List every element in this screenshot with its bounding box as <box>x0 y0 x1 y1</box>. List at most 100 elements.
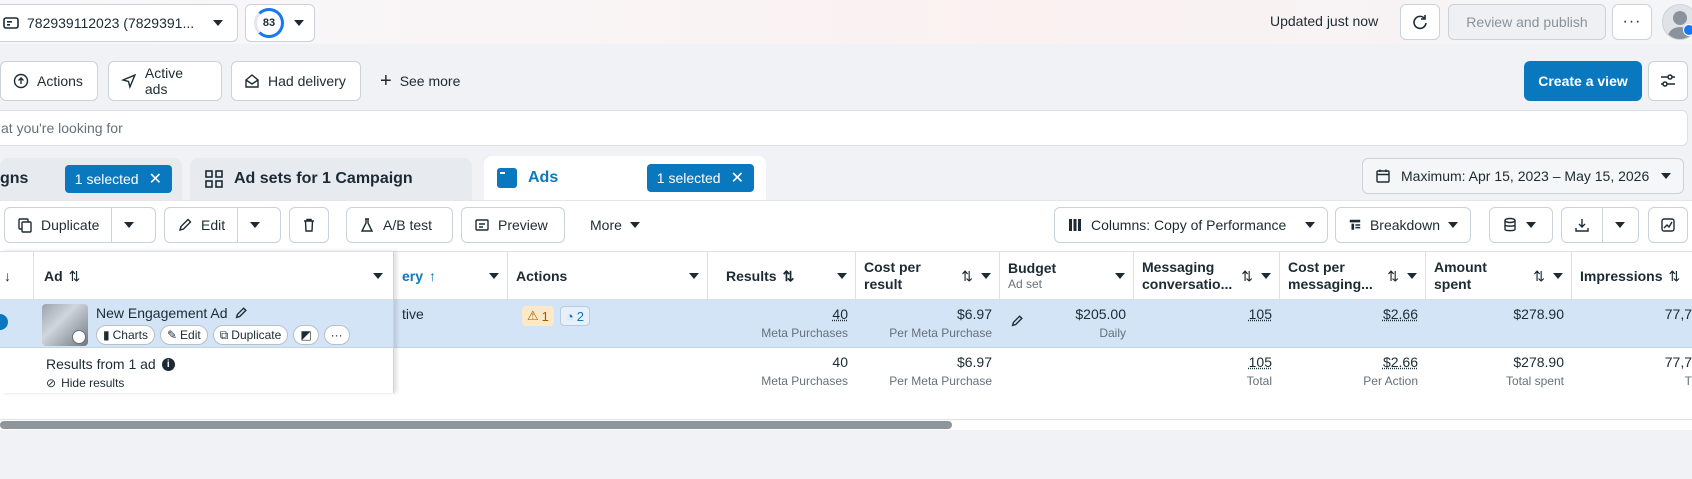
breakdown-label: Breakdown <box>1370 217 1440 233</box>
edit-split-button[interactable]: Edit <box>164 207 281 243</box>
chevron-down-icon <box>1553 273 1563 279</box>
preview-label: Preview <box>498 217 548 233</box>
row-edit-button[interactable]: ✎ Edit <box>160 325 208 345</box>
edit-dropdown[interactable] <box>238 208 272 242</box>
col-budget[interactable]: Budget Ad set <box>1000 252 1134 300</box>
duplicate-dropdown[interactable] <box>112 208 146 242</box>
recommendation-badge[interactable]: ◔ 2 <box>560 306 590 326</box>
row-more-button[interactable]: ··· <box>324 325 350 345</box>
charts-toggle-button[interactable] <box>1648 207 1688 243</box>
more-button[interactable]: More <box>578 207 652 243</box>
date-range-picker[interactable]: Maximum: Apr 15, 2023 – May 15, 2026 <box>1362 158 1684 194</box>
row-select-toggle[interactable] <box>0 314 8 330</box>
chevron-down-icon <box>689 273 699 279</box>
pencil-icon[interactable] <box>1010 314 1024 328</box>
export-split-button[interactable] <box>1561 207 1639 243</box>
breakdown-button[interactable]: Breakdown <box>1335 207 1471 243</box>
cell-impressions: 77,7 T <box>1572 348 1692 419</box>
campaigns-selected-chip[interactable]: 1 selected ✕ <box>65 165 172 193</box>
messaging-value[interactable]: 105 <box>1249 354 1272 370</box>
export-dropdown[interactable] <box>1603 208 1637 242</box>
col-actions[interactable]: Actions <box>508 252 708 300</box>
account-selector[interactable]: 782939112023 (7829391... <box>0 4 238 42</box>
flask-icon <box>359 217 375 233</box>
col-messaging[interactable]: Messaging conversatio... ⇅ <box>1134 252 1280 300</box>
tab-ads[interactable]: Ads 1 selected ✕ <box>484 156 766 200</box>
arrow-up-circle-icon <box>13 73 29 89</box>
sort-up-icon: ↑ <box>429 268 436 284</box>
filter-had-delivery[interactable]: Had delivery <box>231 61 361 101</box>
duplicate-icon <box>17 217 33 233</box>
cell-results: 40 Meta Purchases <box>708 300 856 347</box>
create-view-button[interactable]: Create a view <box>1524 61 1642 101</box>
ad-thumbnail[interactable] <box>42 304 88 346</box>
messaging-value[interactable]: 105 <box>1249 306 1272 322</box>
ab-test-button[interactable]: A/B test <box>346 207 453 243</box>
charts-button[interactable]: ▮ Charts <box>96 325 155 345</box>
preview-icon <box>474 217 490 233</box>
preview-button[interactable]: Preview <box>461 207 565 243</box>
col-label-wrap: Cost per result <box>864 259 921 293</box>
amount-value: $278.90 <box>1513 306 1564 322</box>
col-label: spent <box>1434 276 1471 292</box>
sort-controls: ⇅ <box>1533 268 1563 285</box>
frozen-row[interactable]: New Engagement Ad ▮ Charts ✎ Edit ⧉ Duplica… <box>0 300 393 348</box>
bar-chart-icon: ▮ <box>103 328 110 342</box>
search-input[interactable]: at you're looking for <box>0 110 1688 146</box>
row-duplicate-button[interactable]: ⧉ Duplicate <box>213 325 289 345</box>
horizontal-scrollbar[interactable] <box>0 421 952 429</box>
col-impressions[interactable]: Impressions ⇅ <box>1572 252 1692 300</box>
breakdown-icon <box>1348 217 1362 233</box>
chart-icon: ◩ <box>300 328 311 342</box>
filter-actions[interactable]: Actions <box>0 61 98 101</box>
see-more-button[interactable]: + See more <box>380 61 460 101</box>
columns-label: Columns: Copy of Performance <box>1091 217 1286 233</box>
selected-label: 1 selected <box>75 171 139 187</box>
cost-msg-value[interactable]: $2.66 <box>1383 354 1418 370</box>
close-icon[interactable]: ✕ <box>731 168 744 188</box>
ad-name[interactable]: New Engagement Ad <box>96 305 228 321</box>
hide-results-button[interactable]: ⊘ Hide results <box>46 376 124 390</box>
row-chart-button[interactable]: ◩ <box>293 325 318 345</box>
columns-button[interactable]: Columns: Copy of Performance <box>1054 207 1328 243</box>
reports-button[interactable] <box>1489 207 1553 243</box>
col-delivery[interactable]: ery ↑ <box>394 252 508 300</box>
col-label: conversatio... <box>1142 276 1232 292</box>
warning-icon: ⚠ <box>527 308 539 324</box>
frozen-summary: Results from 1 ad i ⊘ Hide results <box>0 348 393 393</box>
duplicate-button[interactable]: Duplicate <box>5 208 111 242</box>
col-label: Amount <box>1434 259 1487 276</box>
tab-label: gns <box>0 170 28 188</box>
results-value[interactable]: 40 <box>832 306 848 322</box>
more-options-button[interactable]: ··· <box>1612 4 1652 40</box>
review-publish-button[interactable]: Review and publish <box>1448 4 1606 40</box>
export-button[interactable] <box>1562 208 1602 242</box>
warning-badge[interactable]: ⚠ 1 <box>522 306 554 326</box>
filter-active-ads[interactable]: Active ads <box>108 61 222 101</box>
pencil-icon[interactable] <box>234 306 248 320</box>
toolbar: Duplicate Edit A/B test Preview More Col… <box>0 207 1692 245</box>
col-cost-per-messaging[interactable]: Cost per messaging... ⇅ <box>1280 252 1426 300</box>
frozen-header: ↓ Ad ⇅ <box>0 251 393 300</box>
tab-campaigns[interactable]: gns 1 selected ✕ <box>0 158 182 200</box>
database-icon <box>1502 217 1518 233</box>
refresh-button[interactable] <box>1400 4 1440 40</box>
opportunity-score[interactable]: 83 <box>245 4 315 42</box>
col-label: Budget <box>1008 260 1056 277</box>
refresh-icon <box>1411 13 1429 31</box>
col-amount-spent[interactable]: Amount spent ⇅ <box>1426 252 1572 300</box>
ads-selected-chip[interactable]: 1 selected ✕ <box>647 164 754 192</box>
view-settings-button[interactable] <box>1648 61 1688 101</box>
col-ad[interactable]: Ad ⇅ <box>34 252 393 300</box>
cost-msg-value[interactable]: $2.66 <box>1383 306 1418 322</box>
duplicate-split-button[interactable]: Duplicate <box>4 207 156 243</box>
delete-button[interactable] <box>289 207 329 243</box>
cpr-value: $6.97 <box>957 306 992 322</box>
col-results[interactable]: Results ⇅ <box>708 252 856 300</box>
edit-button[interactable]: Edit <box>165 208 237 242</box>
info-icon[interactable]: i <box>162 358 175 371</box>
col-cost-per-result[interactable]: Cost per result ⇅ <box>856 252 1000 300</box>
col-checkbox[interactable]: ↓ <box>0 252 34 300</box>
tab-ad-sets[interactable]: Ad sets for 1 Campaign <box>190 158 472 200</box>
close-icon[interactable]: ✕ <box>149 169 162 189</box>
